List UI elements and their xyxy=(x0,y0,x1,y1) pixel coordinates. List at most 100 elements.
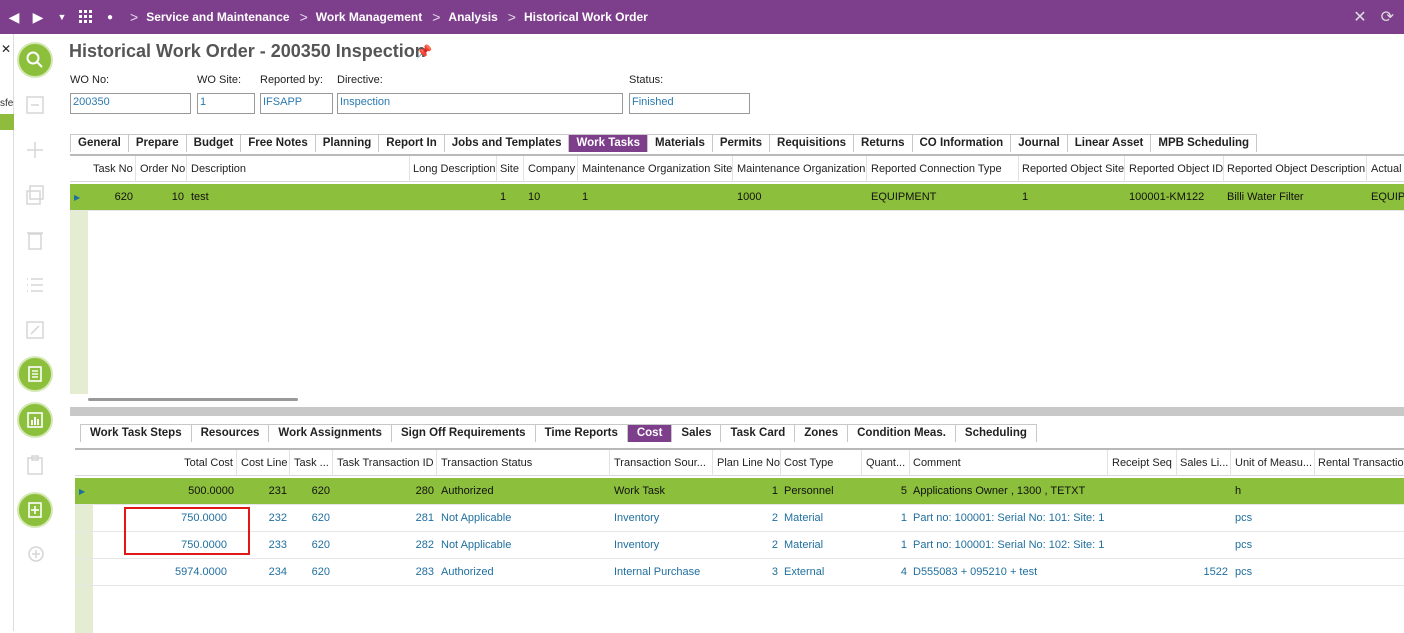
table-cell[interactable]: Personnel xyxy=(781,478,862,505)
tab-free-notes[interactable]: Free Notes xyxy=(241,134,316,152)
table-cell[interactable]: 5974.0000 xyxy=(95,559,230,586)
tab-general[interactable]: General xyxy=(70,134,129,152)
column-header[interactable]: Site xyxy=(497,156,524,182)
table-cell[interactable]: Applications Owner , 1300 , TETXT xyxy=(910,478,1108,505)
column-header[interactable]: Rental Transactio xyxy=(1315,450,1404,476)
table-cell[interactable]: Not Applicable xyxy=(438,505,610,532)
table-cell[interactable]: External xyxy=(781,559,862,586)
table-cell[interactable]: 10 xyxy=(137,184,187,211)
subtab-zones[interactable]: Zones xyxy=(795,424,849,442)
table-cell[interactable]: 620 xyxy=(291,559,333,586)
table-cell[interactable]: 620 xyxy=(291,532,333,559)
column-header[interactable]: Sales Li... xyxy=(1177,450,1231,476)
table-cell[interactable]: Authorized xyxy=(438,478,610,505)
status-field[interactable]: Finished xyxy=(629,93,750,114)
column-header[interactable]: Description xyxy=(188,156,410,182)
table-cell[interactable]: Not Applicable xyxy=(438,532,610,559)
table-cell[interactable]: Material xyxy=(781,532,862,559)
table-cell[interactable] xyxy=(1177,505,1231,532)
breadcrumb-historical-work-order[interactable]: Historical Work Order xyxy=(524,10,648,24)
tab-journal[interactable]: Journal xyxy=(1011,134,1068,152)
table-row[interactable]: 750.0000 233 620 282 Not Applicable Inventory… xyxy=(75,532,1404,559)
table-cell[interactable]: 100001-KM122 xyxy=(1126,184,1224,211)
table-cell[interactable]: EQUIPM xyxy=(1368,184,1404,211)
table-cell[interactable]: pcs xyxy=(1232,559,1315,586)
table-cell[interactable]: Internal Purchase xyxy=(611,559,713,586)
directive-field[interactable]: Inspection xyxy=(337,93,623,114)
table-cell[interactable]: 4 xyxy=(863,559,910,586)
back-icon[interactable]: ◀ xyxy=(4,0,24,34)
tab-co-information[interactable]: CO Information xyxy=(912,134,1012,152)
subtab-sign-off-requirements[interactable]: Sign Off Requirements xyxy=(391,424,536,442)
table-cell[interactable]: 1000 xyxy=(734,184,867,211)
pin-icon[interactable]: 📌 xyxy=(416,44,432,60)
table-cell[interactable]: D555083 + 095210 + test xyxy=(910,559,1108,586)
details-button[interactable] xyxy=(17,356,53,392)
tab-jobs-and-templates[interactable]: Jobs and Templates xyxy=(444,134,570,152)
tab-planning[interactable]: Planning xyxy=(315,134,380,152)
column-header[interactable]: Actual xyxy=(1368,156,1404,182)
table-cell[interactable]: 1522 xyxy=(1177,559,1231,586)
table-row[interactable]: 5974.0000 234 620 283 Authorized Internal Pur… xyxy=(75,559,1404,586)
tab-budget[interactable]: Budget xyxy=(186,134,242,152)
table-cell[interactable]: 1 xyxy=(863,505,910,532)
table-cell[interactable]: 234 xyxy=(238,559,290,586)
column-header[interactable]: Company xyxy=(525,156,578,182)
subtab-resources[interactable]: Resources xyxy=(191,424,270,442)
tab-linear-asset[interactable]: Linear Asset xyxy=(1067,134,1152,152)
table-cell[interactable]: 3 xyxy=(714,559,781,586)
table-cell[interactable]: Inventory xyxy=(611,505,713,532)
column-header[interactable]: Reported Connection Type xyxy=(868,156,1019,182)
table-cell[interactable] xyxy=(410,184,497,211)
table-cell[interactable] xyxy=(1109,478,1177,505)
table-cell[interactable]: 1 xyxy=(497,184,524,211)
table-cell[interactable] xyxy=(1177,478,1231,505)
table-cell[interactable]: 281 xyxy=(334,505,437,532)
tab-report-in[interactable]: Report In xyxy=(379,134,445,152)
subtab-cost[interactable]: Cost xyxy=(627,424,673,442)
column-header[interactable]: Maintenance Organization xyxy=(734,156,867,182)
column-header[interactable]: Transaction Sour... xyxy=(611,450,713,476)
table-cell[interactable] xyxy=(1177,532,1231,559)
table-cell[interactable]: EQUIPMENT xyxy=(868,184,1019,211)
forward-icon[interactable]: ▶ xyxy=(28,0,48,34)
tab-permits[interactable]: Permits xyxy=(712,134,771,152)
table-cell[interactable]: Work Task xyxy=(611,478,713,505)
search-button[interactable] xyxy=(17,42,53,78)
table-cell[interactable]: pcs xyxy=(1232,505,1315,532)
subtab-scheduling[interactable]: Scheduling xyxy=(955,424,1037,442)
table-cell[interactable]: 231 xyxy=(238,478,290,505)
reported-by-field[interactable]: IFSAPP xyxy=(260,93,333,114)
tab-prepare[interactable]: Prepare xyxy=(128,134,187,152)
table-cell[interactable] xyxy=(1109,532,1177,559)
column-header[interactable]: Task ... xyxy=(291,450,333,476)
column-header[interactable]: Maintenance Organization Site xyxy=(579,156,733,182)
table-cell[interactable]: Part no: 100001: Serial No: 101: Site: 1 xyxy=(910,505,1108,532)
refresh-icon[interactable]: ⟳ xyxy=(1381,7,1394,27)
table-cell[interactable]: h xyxy=(1232,478,1315,505)
wo-no-field[interactable]: 200350 xyxy=(70,93,191,114)
table-cell[interactable]: 5 xyxy=(863,478,910,505)
table-cell[interactable]: Part no: 100001: Serial No: 102: Site: 1 xyxy=(910,532,1108,559)
column-header[interactable]: Cost Line xyxy=(238,450,290,476)
column-header[interactable]: Transaction Status xyxy=(438,450,610,476)
wo-site-field[interactable]: 1 xyxy=(197,93,255,114)
column-header[interactable]: Plan Line No xyxy=(714,450,781,476)
subtab-work-assignments[interactable]: Work Assignments xyxy=(269,424,392,442)
close-icon[interactable]: ✕ xyxy=(1353,7,1366,27)
table-cell[interactable]: 2 xyxy=(714,532,781,559)
column-header[interactable]: Total Cost xyxy=(95,450,237,476)
table-cell[interactable]: 280 xyxy=(334,478,437,505)
table-cell[interactable]: 620 xyxy=(90,184,136,211)
tab-materials[interactable]: Materials xyxy=(647,134,713,152)
breadcrumb-analysis[interactable]: Analysis xyxy=(448,10,497,24)
history-dropdown-icon[interactable]: ▼ xyxy=(52,0,72,34)
tab-mpb-scheduling[interactable]: MPB Scheduling xyxy=(1151,134,1258,152)
table-cell[interactable]: 620 xyxy=(291,478,333,505)
tab-requisitions[interactable]: Requisitions xyxy=(770,134,855,152)
table-cell[interactable]: Material xyxy=(781,505,862,532)
subtab-time-reports[interactable]: Time Reports xyxy=(535,424,628,442)
table-cell[interactable]: 1 xyxy=(1019,184,1125,211)
report-button[interactable] xyxy=(17,402,53,438)
column-header[interactable]: Task Transaction ID xyxy=(334,450,437,476)
